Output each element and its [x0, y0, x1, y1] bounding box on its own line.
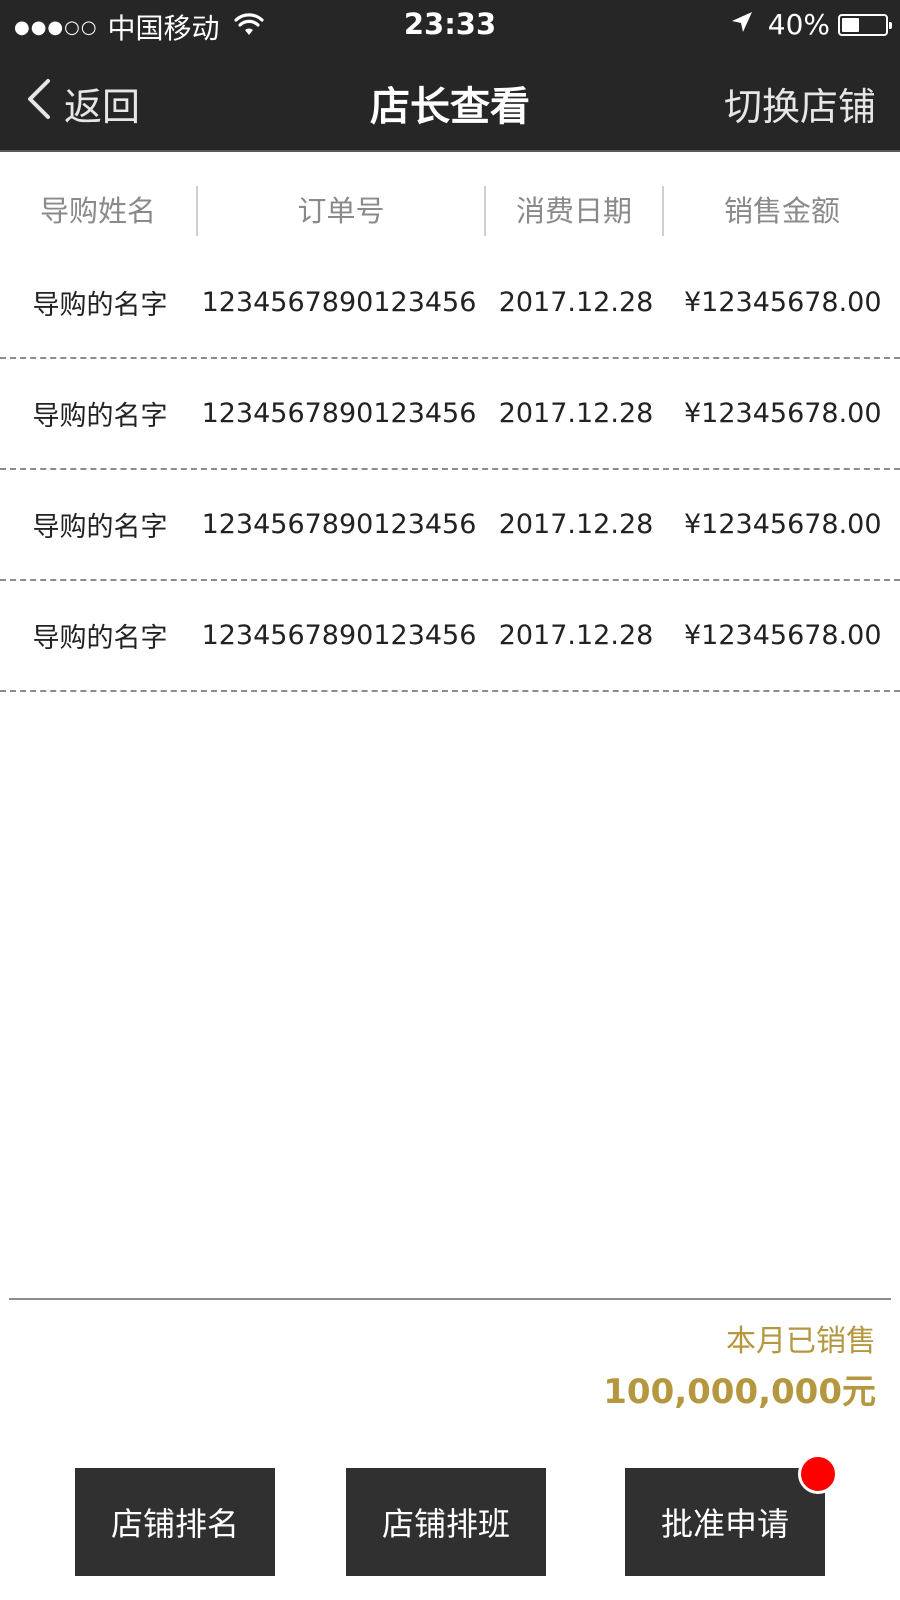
cell-order-number: 1234567890123456: [201, 509, 477, 540]
cell-amount: ¥12345678.00: [684, 620, 882, 651]
status-bar: ●●●○○ 中国移动 23:33 40%: [0, 0, 900, 50]
cell-guide-name: 导购的名字: [32, 401, 168, 432]
sales-table-body: 导购的名字 1234567890123456 2017.12.28 ¥12345…: [0, 248, 900, 692]
battery-icon: [838, 13, 892, 36]
cell-guide-name: 导购的名字: [32, 290, 168, 321]
table-row[interactable]: 导购的名字 1234567890123456 2017.12.28 ¥12345…: [0, 470, 900, 581]
monthly-sales-label: 本月已销售: [726, 1324, 876, 1359]
approve-request-label: 批准申请: [660, 1505, 789, 1543]
cell-date: 2017.12.28: [498, 620, 654, 651]
column-header-amount: 销售金额: [723, 194, 840, 228]
table-row[interactable]: 导购的名字 1234567890123456 2017.12.28 ¥12345…: [0, 248, 900, 359]
cell-order-number: 1234567890123456: [201, 287, 477, 318]
battery-level-fill: [842, 17, 859, 32]
store-schedule-button[interactable]: 店铺排班: [346, 1468, 546, 1576]
bottom-actions: 店铺排名 店铺排班 批准申请: [0, 1454, 900, 1576]
battery-nub: [889, 21, 892, 29]
navigation-bar: 返回 店长查看 切换店铺: [0, 50, 900, 152]
cell-order-number: 1234567890123456: [201, 398, 477, 429]
cell-guide-name: 导购的名字: [32, 623, 168, 654]
store-ranking-button[interactable]: 店铺排名: [75, 1468, 275, 1576]
notification-badge: [798, 1454, 838, 1494]
cell-amount: ¥12345678.00: [684, 287, 882, 318]
table-row[interactable]: 导购的名字 1234567890123456 2017.12.28 ¥12345…: [0, 359, 900, 470]
column-header-order-number: 订单号: [198, 186, 486, 236]
page-title-text: 店长查看: [370, 84, 530, 130]
status-right: 40%: [730, 8, 892, 41]
approve-request-button[interactable]: 批准申请: [625, 1454, 838, 1576]
location-arrow-icon: [730, 8, 754, 41]
cell-amount: ¥12345678.00: [684, 509, 882, 540]
battery-percentage: 40%: [767, 8, 830, 41]
cell-date: 2017.12.28: [498, 287, 654, 318]
cell-order-number: 1234567890123456: [201, 620, 477, 651]
summary-divider: [9, 1298, 891, 1300]
cell-guide-name: 导购的名字: [32, 512, 168, 543]
monthly-sales-value: 100,000,000元: [603, 1372, 876, 1412]
cell-amount: ¥12345678.00: [684, 398, 882, 429]
cell-date: 2017.12.28: [498, 398, 654, 429]
switch-store-button[interactable]: 切换店铺: [724, 76, 876, 131]
cell-date: 2017.12.28: [498, 509, 654, 540]
column-header-date: 消费日期: [486, 186, 664, 236]
table-row[interactable]: 导购的名字 1234567890123456 2017.12.28 ¥12345…: [0, 581, 900, 692]
monthly-sales-summary: 本月已销售 100,000,000元: [603, 1316, 876, 1413]
column-header-guide-name: 导购姓名: [0, 186, 198, 236]
